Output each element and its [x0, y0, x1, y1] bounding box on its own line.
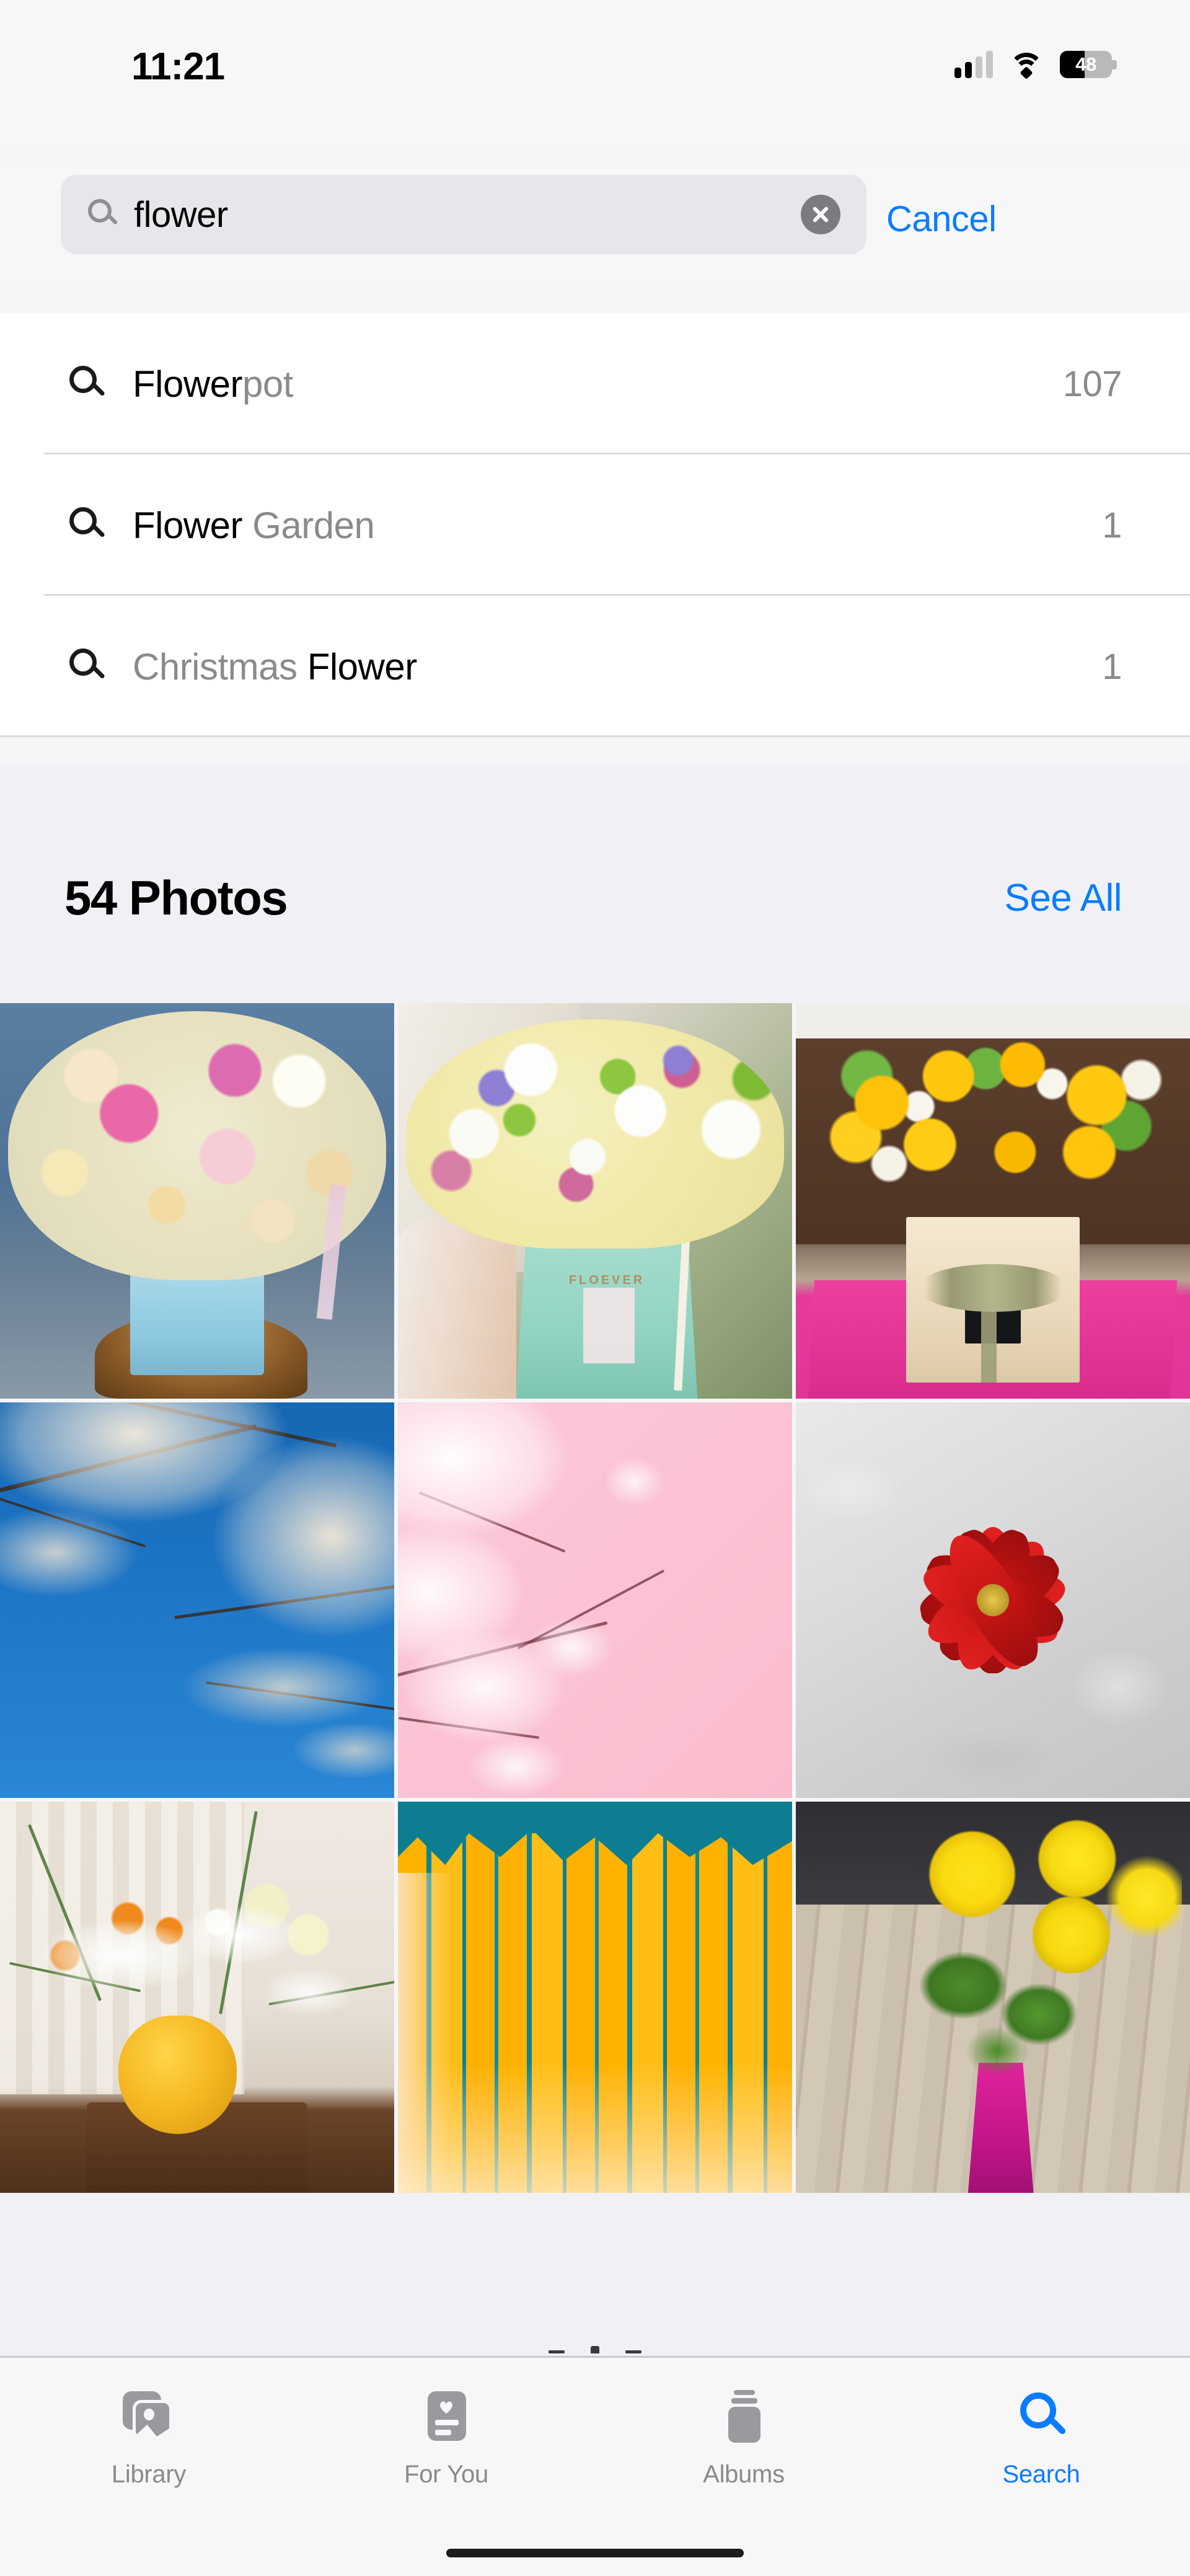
wifi-icon [1009, 51, 1044, 80]
photos-section-header: 54 Photos See All [0, 764, 1190, 1003]
cancel-button[interactable]: Cancel [886, 198, 997, 240]
suggestion-label: Christmas Flower [133, 645, 417, 688]
search-icon [69, 366, 105, 402]
search-input[interactable]: flower [61, 175, 866, 254]
partially-scrolled-content [549, 2346, 641, 2353]
status-bar: 11:21 48 [0, 0, 1190, 143]
photo-thumbnail[interactable] [0, 1802, 394, 2197]
albums-stack-icon [715, 2388, 772, 2445]
photo-grid: FLOEVER [0, 1003, 1190, 2197]
photos-app-screen: 11:21 48 flower Cancel Flowerpot 107 Flo… [0, 0, 1190, 2576]
suggestion-rest-text: Christmas [133, 645, 307, 688]
photo-thumbnail[interactable] [0, 1003, 394, 1399]
suggestion-row-flowerpot[interactable]: Flowerpot 107 [0, 313, 1190, 454]
photo-thumbnail[interactable] [398, 1402, 792, 1798]
suggestion-count: 1 [1102, 646, 1122, 687]
suggestion-matched-text: Flower [133, 363, 243, 405]
photos-results-section: 54 Photos See All FLOEVER [0, 764, 1190, 2197]
cellular-signal-icon [954, 51, 993, 78]
suggestion-count: 1 [1102, 505, 1122, 546]
search-icon [69, 648, 105, 684]
suggestion-rest-text: pot [242, 363, 293, 405]
tab-albums[interactable]: Albums [595, 2358, 892, 2576]
suggestion-rest-text: Garden [242, 504, 375, 546]
search-input-value: flower [134, 194, 228, 235]
search-icon [69, 507, 105, 543]
content-bottom-spacer [0, 2193, 1190, 2356]
search-suggestions-list: Flowerpot 107 Flower Garden 1 Christmas … [0, 313, 1190, 737]
battery-icon: 48 [1060, 51, 1117, 78]
search-icon [88, 199, 119, 230]
suggestion-label: Flower Garden [133, 504, 375, 547]
photo-thumbnail[interactable] [0, 1402, 394, 1798]
suggestion-matched-text: Flower [133, 504, 243, 546]
status-bar-indicators: 48 [954, 51, 1117, 80]
suggestion-count: 107 [1062, 363, 1122, 404]
tab-bar: Library For You Albums Search [0, 2356, 1190, 2576]
photo-brand-text: FLOEVER [568, 1273, 645, 1288]
photo-thumbnail[interactable]: FLOEVER [398, 1003, 792, 1399]
photo-thumbnail[interactable] [796, 1402, 1190, 1798]
see-all-button[interactable]: See All [1004, 876, 1122, 920]
tab-label: Albums [703, 2461, 785, 2488]
tab-library[interactable]: Library [0, 2358, 298, 2576]
tab-for-you[interactable]: For You [298, 2358, 595, 2576]
battery-percent-label: 48 [1075, 53, 1096, 75]
clear-search-button[interactable] [801, 195, 840, 234]
tab-label: Search [1002, 2461, 1080, 2488]
suggestion-row-flower-garden[interactable]: Flower Garden 1 [0, 454, 1190, 596]
row-divider [0, 735, 1190, 737]
suggestion-row-christmas-flower[interactable]: Christmas Flower 1 [0, 596, 1190, 737]
status-bar-time: 11:21 [131, 45, 225, 88]
photo-thumbnail[interactable] [796, 1003, 1190, 1399]
tab-label: For You [404, 2461, 488, 2488]
suggestion-label: Flowerpot [133, 363, 293, 405]
search-bar: flower Cancel [0, 167, 1190, 285]
photo-thumbnail[interactable] [796, 1802, 1190, 2197]
photo-stack-icon [120, 2388, 177, 2445]
tab-search[interactable]: Search [892, 2358, 1190, 2576]
search-icon [1013, 2388, 1070, 2445]
suggestion-matched-text: Flower [307, 645, 418, 688]
page-title: 54 Photos [64, 870, 288, 925]
tab-label: Library [111, 2461, 187, 2488]
photo-thumbnail[interactable] [398, 1802, 792, 2197]
home-indicator[interactable] [446, 2549, 744, 2557]
card-heart-icon [418, 2388, 475, 2445]
